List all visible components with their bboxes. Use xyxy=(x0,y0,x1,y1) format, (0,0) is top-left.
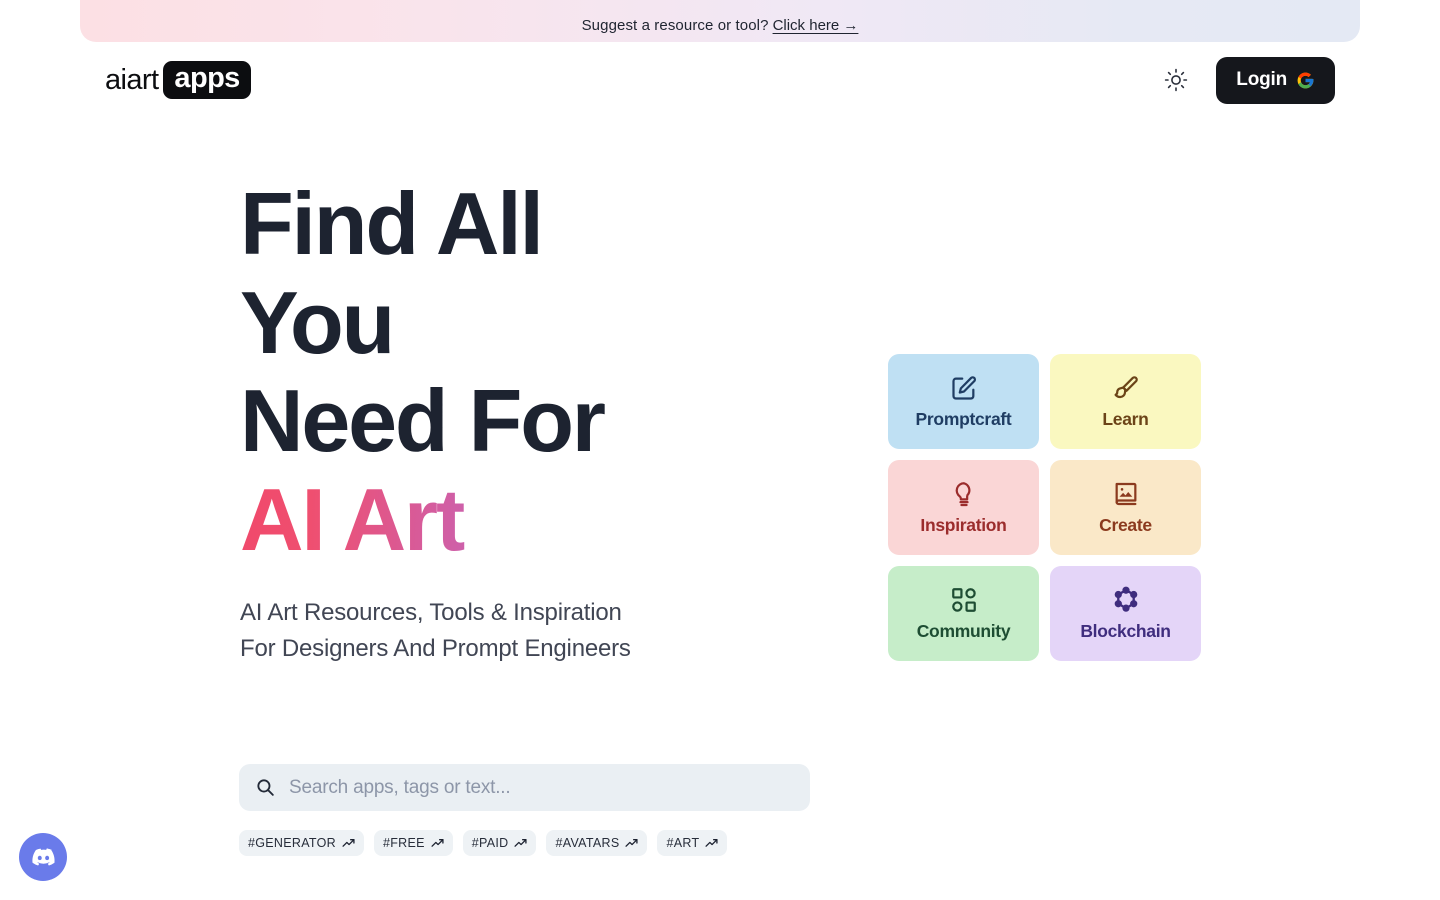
discord-icon xyxy=(31,847,55,866)
search-icon xyxy=(255,777,276,798)
tag-free[interactable]: #FREE xyxy=(373,830,453,856)
hero-subtitle-line-2: For Designers And Prompt Engineers xyxy=(240,635,631,663)
announcement-text: Suggest a resource or tool? xyxy=(581,17,769,34)
discord-chat-button[interactable] xyxy=(19,833,67,881)
category-card-community[interactable]: Community xyxy=(888,566,1039,661)
trending-up-icon xyxy=(342,837,355,850)
category-label: Inspiration xyxy=(920,515,1007,535)
photo-album-icon xyxy=(1112,479,1140,509)
edit-square-icon xyxy=(950,373,978,403)
hero-line-1: Find All xyxy=(240,174,544,273)
trending-up-icon xyxy=(514,837,528,850)
category-label: Learn xyxy=(1102,409,1149,429)
login-button[interactable]: Login xyxy=(1216,56,1335,104)
trending-up-icon xyxy=(705,837,718,850)
trending-up-icon xyxy=(625,837,639,850)
tag-label: #PAID xyxy=(471,836,509,850)
lightbulb-icon xyxy=(950,479,978,509)
hero-line-3: Need For xyxy=(240,371,606,471)
category-grid: Promptcraft Learn Inspiration Create Com… xyxy=(888,354,1201,661)
search-input[interactable] xyxy=(289,776,794,799)
network-nodes-icon xyxy=(1112,585,1140,615)
tag-label: #AVATARS xyxy=(555,836,620,850)
hero-line-2: You xyxy=(240,272,395,372)
google-g-icon xyxy=(1297,72,1314,88)
tag-generator[interactable]: #GENERATOR xyxy=(239,830,364,856)
header-actions: Login xyxy=(1163,56,1335,104)
popular-tags: #GENERATOR #FREE #PAID #AVATARS #ART xyxy=(239,830,728,856)
hero-section: Find All You Need For AI Art AI Art Reso… xyxy=(240,174,840,667)
tag-label: #FREE xyxy=(382,836,425,850)
tag-label: #ART xyxy=(666,836,700,850)
logo-word: aiart xyxy=(105,63,159,96)
sun-icon[interactable] xyxy=(1163,67,1189,93)
announcement-link[interactable]: Click here → xyxy=(773,17,859,34)
announcement-banner: Suggest a resource or tool? Click here → xyxy=(80,0,1360,42)
category-card-blockchain[interactable]: Blockchain xyxy=(1050,566,1201,661)
login-button-label: Login xyxy=(1236,69,1287,90)
hero-subtitle: AI Art Resources, Tools & Inspiration Fo… xyxy=(240,595,840,667)
logo[interactable]: aiart apps xyxy=(105,61,251,99)
category-label: Promptcraft xyxy=(915,409,1012,429)
category-card-create[interactable]: Create xyxy=(1050,460,1201,555)
search-bar[interactable] xyxy=(239,764,810,811)
tag-avatars[interactable]: #AVATARS xyxy=(546,830,648,856)
shapes-grid-icon xyxy=(950,585,978,615)
page-title: Find All You Need For AI Art xyxy=(240,174,840,570)
logo-badge: apps xyxy=(163,61,251,99)
trending-up-icon xyxy=(431,837,444,850)
tag-label: #GENERATOR xyxy=(248,836,336,850)
category-card-learn[interactable]: Learn xyxy=(1050,354,1201,449)
category-label: Blockchain xyxy=(1080,621,1171,641)
tag-paid[interactable]: #PAID xyxy=(462,830,537,856)
category-card-inspiration[interactable]: Inspiration xyxy=(888,460,1039,555)
category-label: Create xyxy=(1099,515,1152,535)
hero-subtitle-line-1: AI Art Resources, Tools & Inspiration xyxy=(240,599,622,627)
paintbrush-icon xyxy=(1112,373,1140,403)
hero-accent-text: AI Art xyxy=(240,470,840,570)
category-card-promptcraft[interactable]: Promptcraft xyxy=(888,354,1039,449)
category-label: Community xyxy=(916,621,1011,641)
tag-art[interactable]: #ART xyxy=(657,830,728,856)
site-header: aiart apps Login xyxy=(0,50,1440,110)
page-root: Suggest a resource or tool? Click here →… xyxy=(0,0,1440,900)
